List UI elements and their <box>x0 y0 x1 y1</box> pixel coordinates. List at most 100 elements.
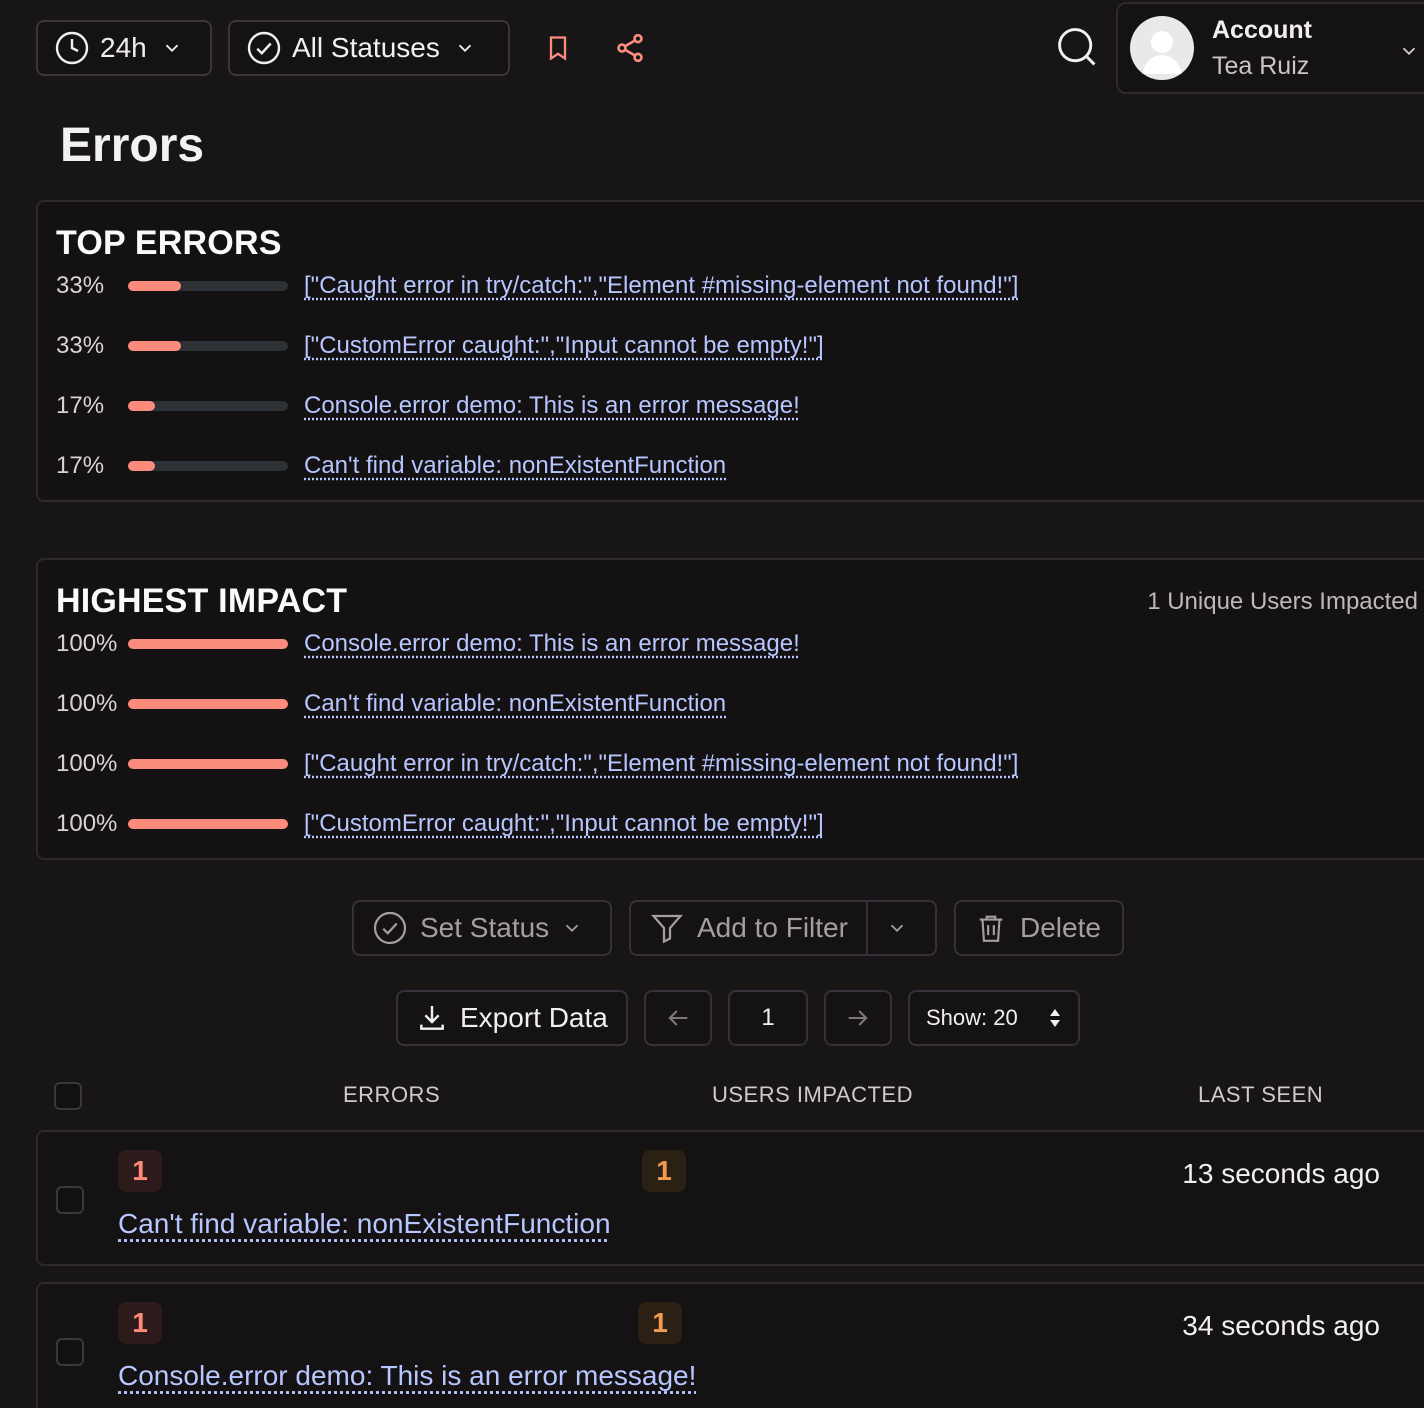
unique-users-note: 1 Unique Users Impacted <box>1147 588 1418 616</box>
column-header-last-seen[interactable]: LAST SEEN <box>1198 1082 1323 1108</box>
status-filter-dropdown[interactable]: All Statuses <box>228 20 510 76</box>
error-count-badge: 1 <box>118 1150 162 1192</box>
users-impacted-badge: 1 <box>642 1150 686 1192</box>
clock-icon <box>54 30 90 66</box>
check-circle-icon <box>246 30 282 66</box>
impact-bar-fill <box>128 759 288 769</box>
error-share-bar <box>128 461 288 471</box>
next-page-button[interactable] <box>824 990 892 1046</box>
export-data-label: Export Data <box>460 1002 608 1034</box>
account-title: Account <box>1212 16 1312 45</box>
chevron-down-icon <box>454 37 476 59</box>
error-percentage: 100% <box>56 750 128 778</box>
search-button[interactable] <box>1054 24 1100 70</box>
arrow-right-icon <box>844 1004 872 1032</box>
page-size-label: Show: 20 <box>926 1005 1018 1031</box>
error-link[interactable]: Can't find variable: nonExistentFunction <box>118 1208 611 1240</box>
bookmark-button[interactable] <box>538 28 578 68</box>
set-status-label: Set Status <box>420 912 549 944</box>
error-link[interactable]: Can't find variable: nonExistentFunction <box>304 452 726 480</box>
error-share-bar <box>128 341 288 351</box>
delete-label: Delete <box>1020 912 1101 944</box>
impact-error-row: 100% Can't find variable: nonExistentFun… <box>56 684 726 724</box>
top-error-row: 33% ["CustomError caught:","Input cannot… <box>56 326 824 366</box>
page-title: Errors <box>60 118 204 173</box>
error-percentage: 33% <box>56 332 128 360</box>
share-button[interactable] <box>610 28 650 68</box>
time-range-label: 24h <box>100 32 147 64</box>
impact-bar <box>128 759 288 769</box>
error-link[interactable]: Can't find variable: nonExistentFunction <box>304 690 726 718</box>
row-checkbox[interactable] <box>56 1338 84 1366</box>
set-status-button[interactable]: Set Status <box>352 900 612 956</box>
error-link[interactable]: Console.error demo: This is an error mes… <box>304 392 800 420</box>
users-impacted-badge: 1 <box>638 1302 682 1344</box>
previous-page-button[interactable] <box>644 990 712 1046</box>
top-errors-title: TOP ERRORS <box>56 224 282 263</box>
add-to-filter-label: Add to Filter <box>697 912 848 944</box>
arrow-left-icon <box>664 1004 692 1032</box>
highest-impact-card: HIGHEST IMPACT 1 Unique Users Impacted 1… <box>36 558 1424 860</box>
error-link[interactable]: ["Caught error in try/catch:","Element #… <box>304 272 1018 300</box>
add-to-filter-button[interactable]: Add to Filter <box>629 900 937 956</box>
error-count-badge: 1 <box>118 1302 162 1344</box>
top-errors-card: TOP ERRORS 33% ["Caught error in try/cat… <box>36 200 1424 502</box>
button-divider <box>866 901 868 955</box>
chevron-down-icon <box>1398 40 1420 62</box>
impact-error-row: 100% Console.error demo: This is an erro… <box>56 624 800 664</box>
row-checkbox[interactable] <box>56 1186 84 1214</box>
download-icon <box>416 1002 448 1034</box>
sort-arrows-icon <box>1048 1006 1062 1030</box>
error-share-bar-fill <box>128 401 155 411</box>
column-header-users-impacted[interactable]: USERS IMPACTED <box>712 1082 913 1108</box>
share-icon <box>614 32 646 64</box>
error-link[interactable]: ["Caught error in try/catch:","Element #… <box>304 750 1018 778</box>
time-range-dropdown[interactable]: 24h <box>36 20 212 76</box>
column-header-errors[interactable]: ERRORS <box>343 1082 440 1108</box>
last-seen-time: 13 seconds ago <box>1182 1158 1380 1190</box>
error-percentage: 17% <box>56 392 128 420</box>
error-percentage: 100% <box>56 690 128 718</box>
impact-bar <box>128 699 288 709</box>
top-error-row: 17% Can't find variable: nonExistentFunc… <box>56 446 726 486</box>
chevron-down-icon <box>161 37 183 59</box>
search-icon <box>1055 25 1099 69</box>
check-circle-icon <box>372 910 408 946</box>
page-number-input[interactable]: 1 <box>728 990 808 1046</box>
page-number: 1 <box>761 1004 774 1032</box>
error-share-bar-fill <box>128 341 181 351</box>
chevron-down-icon <box>561 917 583 939</box>
trash-icon <box>974 911 1008 945</box>
error-link[interactable]: ["CustomError caught:","Input cannot be … <box>304 810 824 838</box>
bookmark-icon <box>544 32 572 64</box>
error-link[interactable]: ["CustomError caught:","Input cannot be … <box>304 332 824 360</box>
account-menu[interactable]: Account Tea Ruiz <box>1116 2 1424 94</box>
delete-button[interactable]: Delete <box>954 900 1124 956</box>
filter-icon <box>649 910 685 946</box>
impact-bar-fill <box>128 819 288 829</box>
impact-bar-fill <box>128 639 288 649</box>
error-share-bar-fill <box>128 461 155 471</box>
error-share-bar <box>128 401 288 411</box>
impact-bar-fill <box>128 699 288 709</box>
impact-bar <box>128 639 288 649</box>
error-percentage: 33% <box>56 272 128 300</box>
error-link[interactable]: Console.error demo: This is an error mes… <box>304 630 800 658</box>
chevron-down-icon[interactable] <box>886 917 908 939</box>
error-link[interactable]: Console.error demo: This is an error mes… <box>118 1360 696 1392</box>
table-row[interactable]: 1 1 13 seconds ago Can't find variable: … <box>36 1130 1424 1266</box>
highest-impact-title: HIGHEST IMPACT <box>56 582 347 621</box>
avatar <box>1130 16 1194 80</box>
error-percentage: 17% <box>56 452 128 480</box>
table-row[interactable]: 1 1 34 seconds ago Console.error demo: T… <box>36 1282 1424 1408</box>
top-error-row: 33% ["Caught error in try/catch:","Eleme… <box>56 266 1018 306</box>
error-share-bar <box>128 281 288 291</box>
last-seen-time: 34 seconds ago <box>1182 1310 1380 1342</box>
status-filter-label: All Statuses <box>292 32 440 64</box>
impact-bar <box>128 819 288 829</box>
select-all-checkbox[interactable] <box>54 1082 82 1110</box>
impact-error-row: 100% ["CustomError caught:","Input canno… <box>56 804 824 844</box>
page-size-select[interactable]: Show: 20 <box>908 990 1080 1046</box>
export-data-button[interactable]: Export Data <box>396 990 628 1046</box>
error-share-bar-fill <box>128 281 181 291</box>
